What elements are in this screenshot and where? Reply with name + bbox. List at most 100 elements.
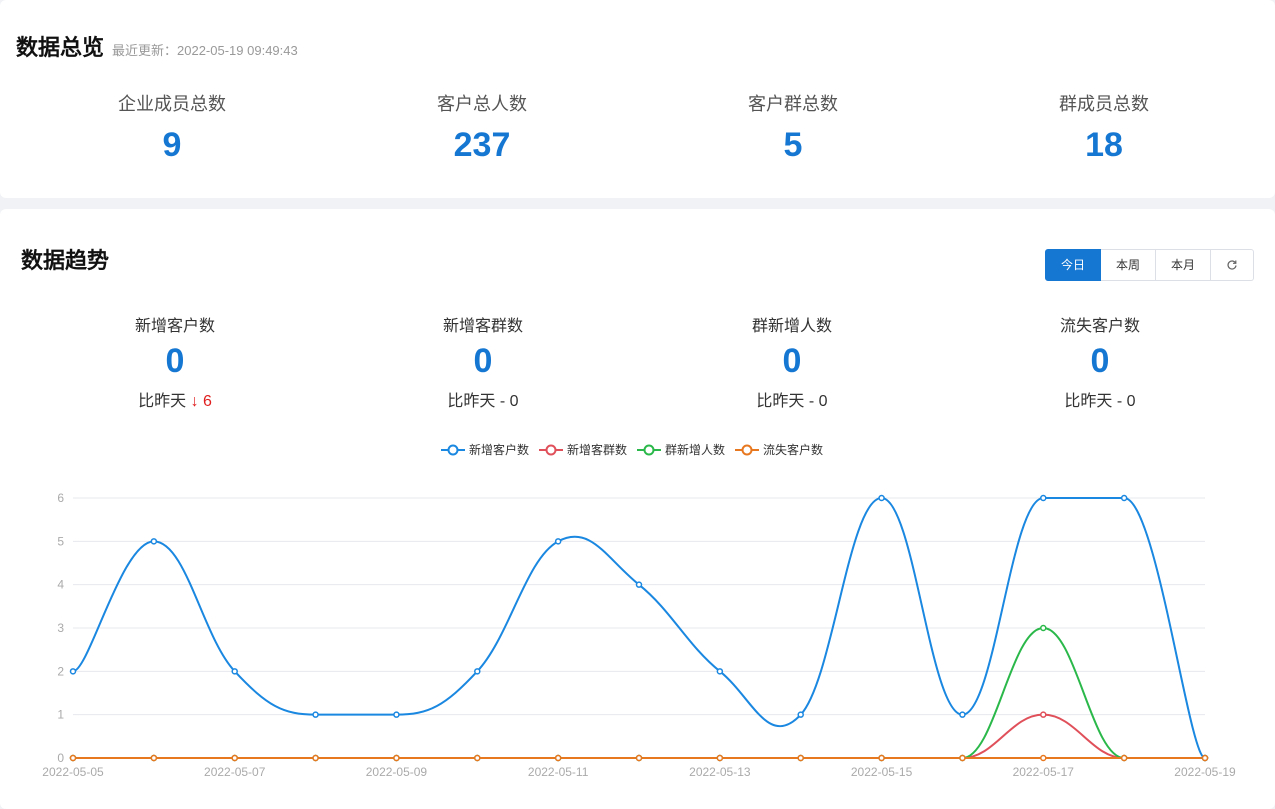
legend-marker-icon <box>441 444 465 455</box>
x-tick-label: 2022-05-05 <box>42 765 104 779</box>
x-tick-label: 2022-05-15 <box>851 765 913 779</box>
stat-customers: 客户总人数 237 <box>352 90 612 165</box>
stat-label: 客户总人数 <box>437 94 527 114</box>
data-point <box>150 754 158 762</box>
data-point <box>554 538 562 545</box>
data-point <box>1040 624 1047 632</box>
trend-stat-label: 流失客户数 <box>1059 318 1140 335</box>
legend-marker-icon <box>735 444 760 455</box>
legend-label: 新增客群数 <box>567 443 628 457</box>
data-point <box>635 581 643 588</box>
data-point <box>554 754 562 762</box>
legend-item[interactable]: 新增客群数 <box>539 441 627 458</box>
trend-stat-compare: 比昨天 - 0 <box>970 387 1230 411</box>
x-tick-label: 2022-05-11 <box>528 765 589 779</box>
trend-stat-value: 0 <box>165 342 185 380</box>
data-point <box>1040 494 1047 502</box>
trend-stat-new-customers: 新增客户数 0 比昨天 ↓ 6 <box>45 312 305 411</box>
chart-legend: 新增客户数 新增客群数 群新增人数 流失客户数 <box>441 441 833 458</box>
stat-label: 客户群总数 <box>748 94 838 114</box>
stat-group-members: 群成员总数 18 <box>974 90 1234 165</box>
data-point <box>231 668 238 675</box>
y-tick-label: 0 <box>57 751 64 765</box>
y-tick-label: 1 <box>57 708 64 722</box>
trend-stat-label: 新增客群数 <box>442 318 523 335</box>
legend-item[interactable]: 流失客户数 <box>735 441 823 458</box>
data-point <box>1040 711 1047 718</box>
data-point <box>231 754 238 762</box>
legend-marker-icon <box>637 444 662 455</box>
series-line <box>72 713 1205 759</box>
trend-stat-compare: 比昨天 - 0 <box>662 387 922 411</box>
data-point <box>797 711 804 718</box>
y-tick-label: 2 <box>57 664 64 678</box>
compare-prefix: 比昨天 <box>447 393 496 410</box>
legend-marker-icon <box>539 444 564 455</box>
x-tick-label: 2022-05-07 <box>204 765 266 779</box>
legend-label: 新增客户数 <box>469 443 530 457</box>
stat-value: 18 <box>1085 126 1123 164</box>
trend-stat-lost-customers: 流失客户数 0 比昨天 - 0 <box>970 312 1230 411</box>
overview-card: 数据总览 最近更新：2022-05-19 09:49:43 企业成员总数 9 客… <box>0 0 1275 198</box>
compare-prefix: 比昨天 <box>756 393 805 410</box>
data-point <box>393 711 400 718</box>
refresh-icon <box>1227 260 1237 270</box>
data-point <box>1040 754 1047 762</box>
data-point <box>474 668 481 675</box>
legend-item[interactable]: 群新增人数 <box>637 441 725 458</box>
data-point <box>312 711 319 718</box>
overview-title: 数据总览 <box>16 35 105 60</box>
trend-card: 数据趋势 今日 本周 本月 新增客户数 0 比昨天 ↓ 6 新增客群数 0 比昨… <box>0 209 1275 809</box>
data-point <box>959 711 966 718</box>
data-point <box>716 754 724 762</box>
stat-value: 5 <box>783 126 803 164</box>
data-point <box>959 754 966 762</box>
data-point <box>878 494 885 502</box>
compare-value: - 0 <box>499 393 519 410</box>
trend-title: 数据趋势 <box>21 248 110 273</box>
trend-stat-compare: 比昨天 ↓ 6 <box>45 387 305 411</box>
refresh-button[interactable] <box>1211 249 1254 281</box>
x-tick-label: 2022-05-19 <box>1174 765 1236 779</box>
legend-label: 流失客户数 <box>763 443 824 457</box>
data-point <box>1120 494 1128 502</box>
trend-stat-label: 新增客户数 <box>134 318 215 335</box>
trend-stat-value: 0 <box>1090 342 1110 380</box>
stat-value: 237 <box>453 126 511 164</box>
data-point <box>393 754 400 762</box>
data-point <box>150 538 158 545</box>
trend-stat-value: 0 <box>782 342 802 380</box>
y-tick-label: 4 <box>57 578 64 592</box>
y-tick-label: 3 <box>57 621 64 635</box>
x-tick-label: 2022-05-09 <box>366 765 428 779</box>
compare-value: - 0 <box>1116 393 1136 410</box>
trend-stat-compare: 比昨天 - 0 <box>353 387 613 411</box>
y-tick-label: 6 <box>57 491 64 505</box>
today-button[interactable]: 今日 <box>1045 249 1101 281</box>
overview-heading: 数据总览 最近更新：2022-05-19 09:49:43 <box>16 30 298 62</box>
stat-value: 9 <box>162 126 182 164</box>
data-point <box>474 754 481 762</box>
legend-label: 群新增人数 <box>665 443 726 457</box>
data-point <box>797 754 804 762</box>
legend-item[interactable]: 新增客户数 <box>441 441 529 458</box>
trend-line-chart: 0 1 2 3 4 5 6 2022-05-05 2022-05-07 2022-05-09 202… <box>42 491 1236 779</box>
stat-label: 群成员总数 <box>1059 94 1149 114</box>
data-point <box>1120 754 1128 762</box>
data-point <box>635 754 643 762</box>
series-line <box>72 626 1205 759</box>
x-tick-label: 2022-05-13 <box>689 765 751 779</box>
week-button[interactable]: 本周 <box>1101 249 1156 281</box>
compare-prefix: 比昨天 <box>1064 393 1113 410</box>
trend-stat-new-groups: 新增客群数 0 比昨天 - 0 <box>353 312 613 411</box>
data-point <box>716 668 724 675</box>
stat-groups: 客户群总数 5 <box>663 90 923 165</box>
data-point <box>69 754 77 762</box>
data-point <box>1201 754 1209 762</box>
trend-stat-group-new-members: 群新增人数 0 比昨天 - 0 <box>662 312 922 411</box>
compare-value: - 0 <box>808 393 828 410</box>
trend-stat-value: 0 <box>473 342 493 380</box>
month-button[interactable]: 本月 <box>1156 249 1211 281</box>
data-point <box>878 754 885 762</box>
data-point <box>312 754 319 762</box>
